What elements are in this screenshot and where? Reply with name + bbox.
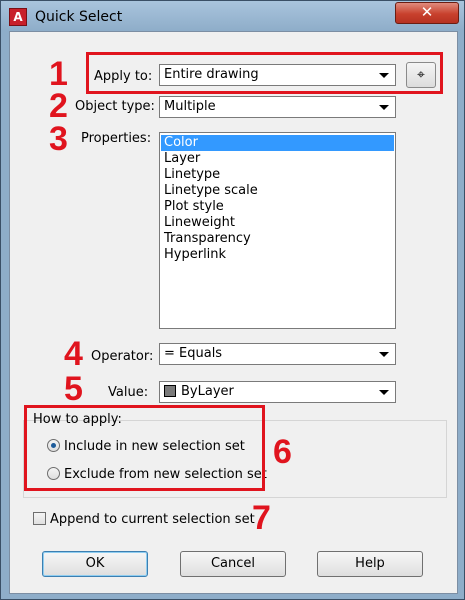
color-swatch: [164, 385, 176, 397]
help-button[interactable]: Help: [317, 551, 423, 577]
annotation-box-6: [24, 405, 265, 491]
chevron-down-icon: [379, 390, 389, 395]
annotation-number-4: 4: [64, 335, 83, 373]
properties-listbox[interactable]: Color Layer Linetype Linetype scale Plot sty…: [159, 132, 396, 329]
title-bar: A Quick Select ✕: [1, 1, 464, 31]
value-dropdown[interactable]: ByLayer: [159, 381, 396, 403]
properties-label: Properties:: [81, 131, 152, 146]
annotation-number-2: 2: [49, 87, 68, 125]
operator-dropdown[interactable]: = Equals: [159, 343, 396, 365]
quick-select-window: A Quick Select ✕ Apply to: Entire drawin…: [0, 0, 465, 600]
chevron-down-icon: [379, 352, 389, 357]
window-title: Quick Select: [35, 9, 123, 25]
object-type-value: Multiple: [164, 99, 216, 114]
operator-value: = Equals: [164, 346, 223, 361]
object-type-dropdown[interactable]: Multiple: [159, 96, 396, 118]
value-text: ByLayer: [181, 384, 234, 399]
properties-list-item[interactable]: Transparency: [161, 231, 394, 247]
properties-list-item[interactable]: Lineweight: [161, 215, 394, 231]
annotation-number-3: 3: [49, 120, 68, 158]
ok-button[interactable]: OK: [42, 551, 148, 577]
annotation-number-6: 6: [273, 433, 292, 471]
append-label: Append to current selection set: [50, 512, 255, 527]
close-button[interactable]: ✕: [395, 2, 459, 24]
chevron-down-icon: [379, 105, 389, 110]
object-type-label: Object type:: [75, 99, 155, 114]
properties-list-item[interactable]: Hyperlink: [161, 247, 394, 263]
properties-list-item[interactable]: Linetype scale: [161, 183, 394, 199]
autocad-a-icon: A: [9, 8, 27, 26]
value-label: Value:: [108, 385, 149, 400]
annotation-number-1: 1: [49, 55, 68, 93]
append-checkbox[interactable]: [33, 512, 46, 525]
properties-list-item[interactable]: Layer: [161, 151, 394, 167]
close-icon: ✕: [420, 3, 434, 21]
append-option[interactable]: Append to current selection set: [33, 512, 255, 527]
properties-list-item[interactable]: Plot style: [161, 199, 394, 215]
properties-list-item[interactable]: Color: [161, 135, 394, 151]
annotation-number-7: 7: [252, 499, 271, 537]
operator-label: Operator:: [91, 349, 154, 364]
annotation-number-5: 5: [64, 370, 83, 408]
annotation-box-1: [86, 52, 443, 94]
properties-list-item[interactable]: Linetype: [161, 167, 394, 183]
cancel-button[interactable]: Cancel: [180, 551, 286, 577]
